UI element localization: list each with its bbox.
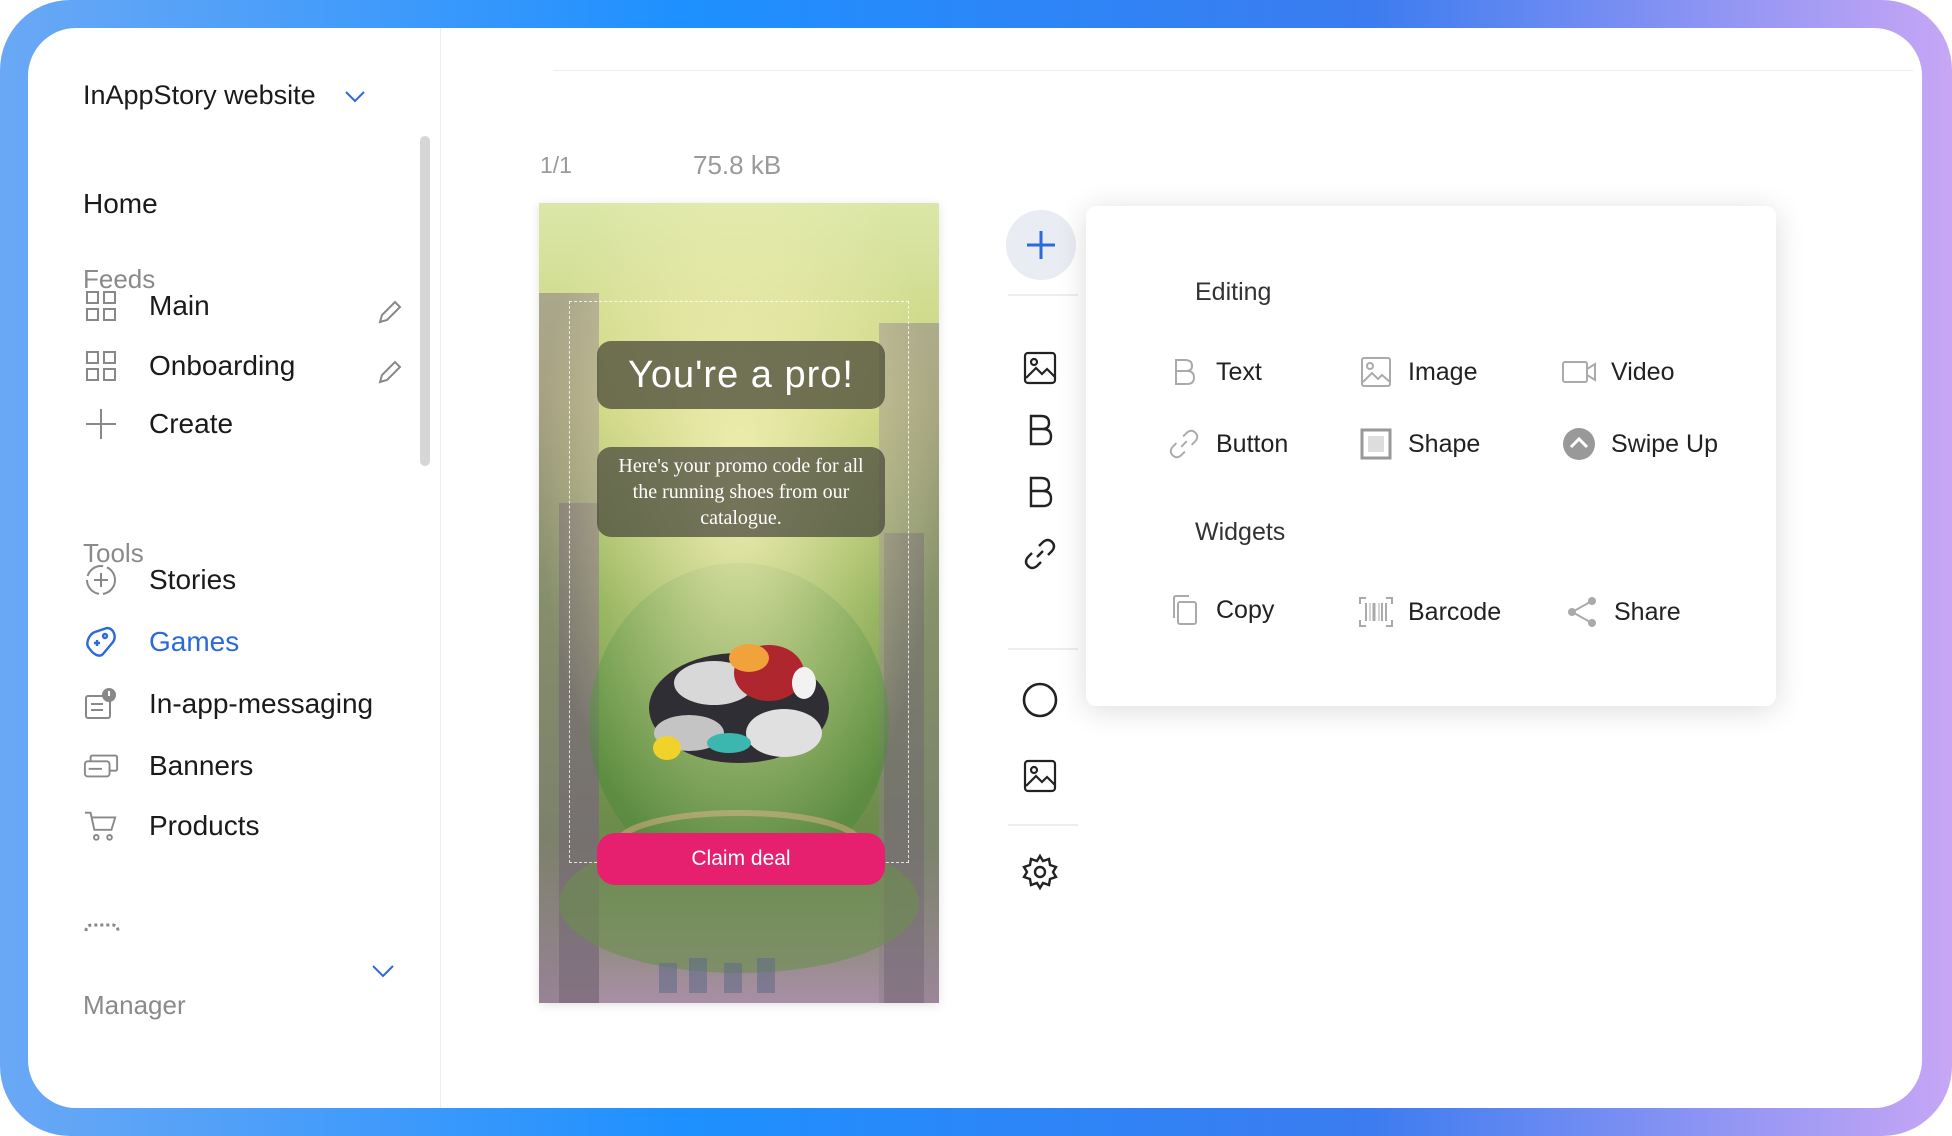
project-selector[interactable]: InAppStory website (83, 80, 366, 111)
toolbar-text-button[interactable] (1008, 398, 1072, 462)
tool-item-stories[interactable]: Stories (83, 560, 236, 600)
tool-item-label: Stories (149, 564, 237, 595)
add-text-option[interactable]: Text (1166, 354, 1262, 390)
toolbar-divider (1008, 648, 1078, 650)
grid-icon (83, 348, 119, 384)
tool-item-label: Products (149, 810, 260, 841)
chevron-down-icon (344, 90, 365, 102)
claim-deal-button[interactable]: Claim deal (597, 833, 885, 885)
feed-create[interactable]: Create (83, 404, 233, 444)
image-icon (1358, 354, 1394, 390)
circle-icon (1022, 682, 1058, 718)
tool-item-banners[interactable]: Banners (83, 746, 253, 786)
toolbar-shape-button[interactable] (1008, 668, 1072, 732)
option-label: Share (1614, 597, 1681, 626)
header-divider (553, 70, 1913, 71)
add-button-option[interactable]: Button (1166, 426, 1288, 462)
share-icon (1564, 594, 1600, 630)
cart-icon (83, 808, 119, 844)
option-label: Barcode (1408, 597, 1502, 626)
file-size: 75.8 kB (693, 150, 782, 180)
add-element-popup: Editing Text Image Video Button Shape Sw… (1086, 206, 1776, 706)
toolbar-text-button-2[interactable] (1008, 460, 1072, 524)
image-icon (1023, 351, 1057, 385)
window-frame: InAppStory website Home Feeds Main Onboa… (0, 0, 1952, 1136)
add-swipe-up-option[interactable]: Swipe Up (1561, 426, 1718, 462)
partial-tool-icon (84, 921, 120, 931)
link-icon (1166, 426, 1202, 462)
feed-item-label: Main (149, 290, 210, 321)
expand-chevron-icon[interactable] (370, 958, 396, 984)
feed-create-label: Create (149, 408, 234, 439)
option-label: Shape (1408, 429, 1481, 458)
tool-item-label: In-app-messaging (149, 688, 374, 719)
swipe-up-icon (1561, 426, 1597, 462)
story-title[interactable]: You're a pro! (597, 341, 885, 409)
stories-icon (83, 562, 119, 598)
editing-heading: Editing (1195, 278, 1272, 306)
video-icon (1561, 354, 1597, 390)
tool-item-label: Games (149, 626, 240, 657)
manager-heading: Manager (83, 990, 186, 1020)
sidebar: InAppStory website Home Feeds Main Onboa… (28, 28, 441, 1108)
edit-main-pencil-icon[interactable] (374, 298, 404, 328)
add-element-button[interactable] (1006, 210, 1076, 280)
option-label: Swipe Up (1611, 429, 1718, 458)
text-b-icon (1029, 476, 1053, 508)
option-label: Button (1216, 429, 1289, 458)
toolbar-image-button-2[interactable] (1008, 744, 1072, 808)
shape-icon (1358, 426, 1394, 462)
feed-item-label: Onboarding (149, 350, 296, 381)
text-b-icon (1029, 414, 1053, 446)
gamepad-icon (83, 624, 119, 660)
option-label: Image (1408, 357, 1478, 386)
add-video-option[interactable]: Video (1561, 354, 1675, 390)
widgets-heading: Widgets (1195, 518, 1286, 546)
add-copy-widget[interactable]: Copy (1166, 592, 1274, 628)
tool-item-products[interactable]: Products (83, 806, 260, 846)
edit-onboarding-pencil-icon[interactable] (374, 358, 404, 388)
toolbar-divider (1008, 824, 1078, 826)
toolbar-image-button[interactable] (1008, 336, 1072, 400)
link-icon (1024, 538, 1056, 570)
app-window: InAppStory website Home Feeds Main Onboa… (28, 28, 1922, 1108)
text-icon (1166, 354, 1202, 390)
copy-icon (1166, 592, 1202, 628)
story-preview[interactable]: You're a pro! Here's your promo code for… (539, 203, 939, 1003)
toolbar-settings-button[interactable] (1008, 840, 1072, 904)
slide-counter: 1/1 (540, 152, 572, 178)
story-description[interactable]: Here's your promo code for all the runni… (597, 447, 885, 537)
message-icon (83, 686, 119, 722)
tool-item-label: Banners (149, 750, 254, 781)
banners-icon (83, 748, 119, 784)
toolbar-link-button[interactable] (1008, 522, 1072, 586)
project-name: InAppStory website (83, 80, 316, 110)
option-label: Copy (1216, 595, 1275, 624)
tool-item-in-app-messaging[interactable]: In-app-messaging (83, 684, 373, 724)
add-image-option[interactable]: Image (1358, 354, 1477, 390)
add-share-widget[interactable]: Share (1564, 594, 1681, 630)
nav-home[interactable]: Home (83, 188, 158, 220)
plus-icon (1027, 231, 1055, 259)
feed-item-main[interactable]: Main (83, 286, 210, 326)
plus-icon (83, 406, 119, 442)
option-label: Text (1216, 357, 1262, 386)
gear-icon (1022, 853, 1058, 891)
grid-icon (83, 288, 119, 324)
add-barcode-widget[interactable]: Barcode (1358, 594, 1501, 630)
option-label: Video (1611, 357, 1675, 386)
sidebar-scrollbar[interactable] (420, 136, 430, 466)
barcode-icon (1358, 594, 1394, 630)
toolbar-divider (1008, 294, 1078, 296)
tool-item-games[interactable]: Games (83, 622, 239, 662)
add-shape-option[interactable]: Shape (1358, 426, 1480, 462)
feed-item-onboarding[interactable]: Onboarding (83, 346, 295, 386)
image-icon (1023, 759, 1057, 793)
